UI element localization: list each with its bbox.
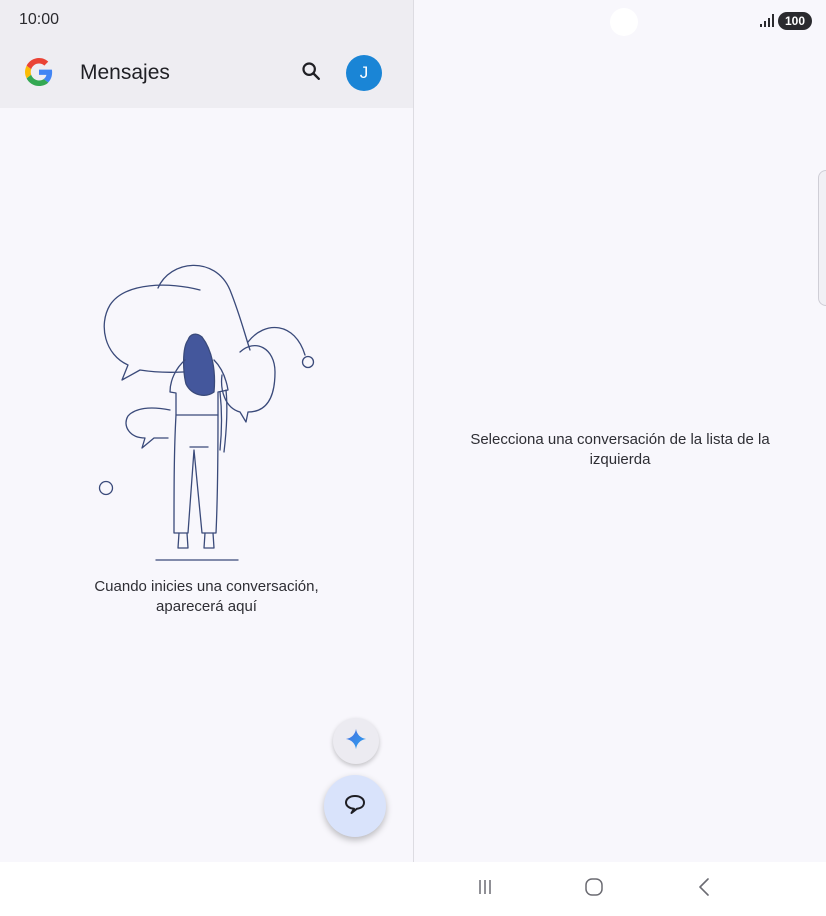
sparkle-icon	[345, 728, 367, 755]
battery-level: 100	[784, 14, 806, 28]
home-button[interactable]	[581, 876, 607, 902]
empty-message-line-2: aparecerá aquí	[156, 598, 257, 615]
back-icon	[697, 877, 711, 902]
conversation-list-pane: 10:00 Mensajes J Cuando inicies una conv…	[0, 0, 413, 862]
app-bar: Mensajes J	[0, 44, 413, 108]
start-chat-button[interactable]	[324, 775, 386, 837]
search-button[interactable]	[296, 58, 326, 88]
empty-message-line-1: Cuando inicies una conversación,	[94, 578, 319, 595]
conversation-detail-pane: 100 Selecciona una conversación de la li…	[414, 0, 826, 862]
signal-icon	[760, 14, 774, 27]
account-avatar[interactable]: J	[346, 55, 382, 91]
battery-icon: 100	[778, 12, 812, 30]
edge-panel-handle[interactable]	[818, 170, 826, 306]
status-time: 10:00	[19, 11, 60, 28]
status-bar-left: 10:00	[0, 0, 413, 44]
home-icon	[584, 877, 604, 902]
camera-cutout	[610, 8, 638, 36]
back-button[interactable]	[691, 876, 717, 902]
search-icon	[300, 60, 322, 87]
navigation-bar	[0, 862, 826, 916]
empty-state-illustration	[90, 260, 320, 570]
recent-apps-button[interactable]	[472, 876, 498, 902]
select-conversation-message: Selecciona una conversación de la lista …	[470, 431, 770, 468]
empty-state-message: Cuando inicies una conversación, aparece…	[40, 577, 373, 617]
app-title: Mensajes	[80, 61, 170, 84]
gemini-button[interactable]	[333, 718, 379, 764]
chat-bubble-icon	[343, 792, 367, 821]
avatar-initial: J	[359, 63, 369, 82]
recent-apps-icon	[475, 878, 495, 901]
screen: 10:00 Mensajes J Cuando inicies una conv…	[0, 0, 826, 916]
google-logo-icon	[25, 58, 53, 86]
